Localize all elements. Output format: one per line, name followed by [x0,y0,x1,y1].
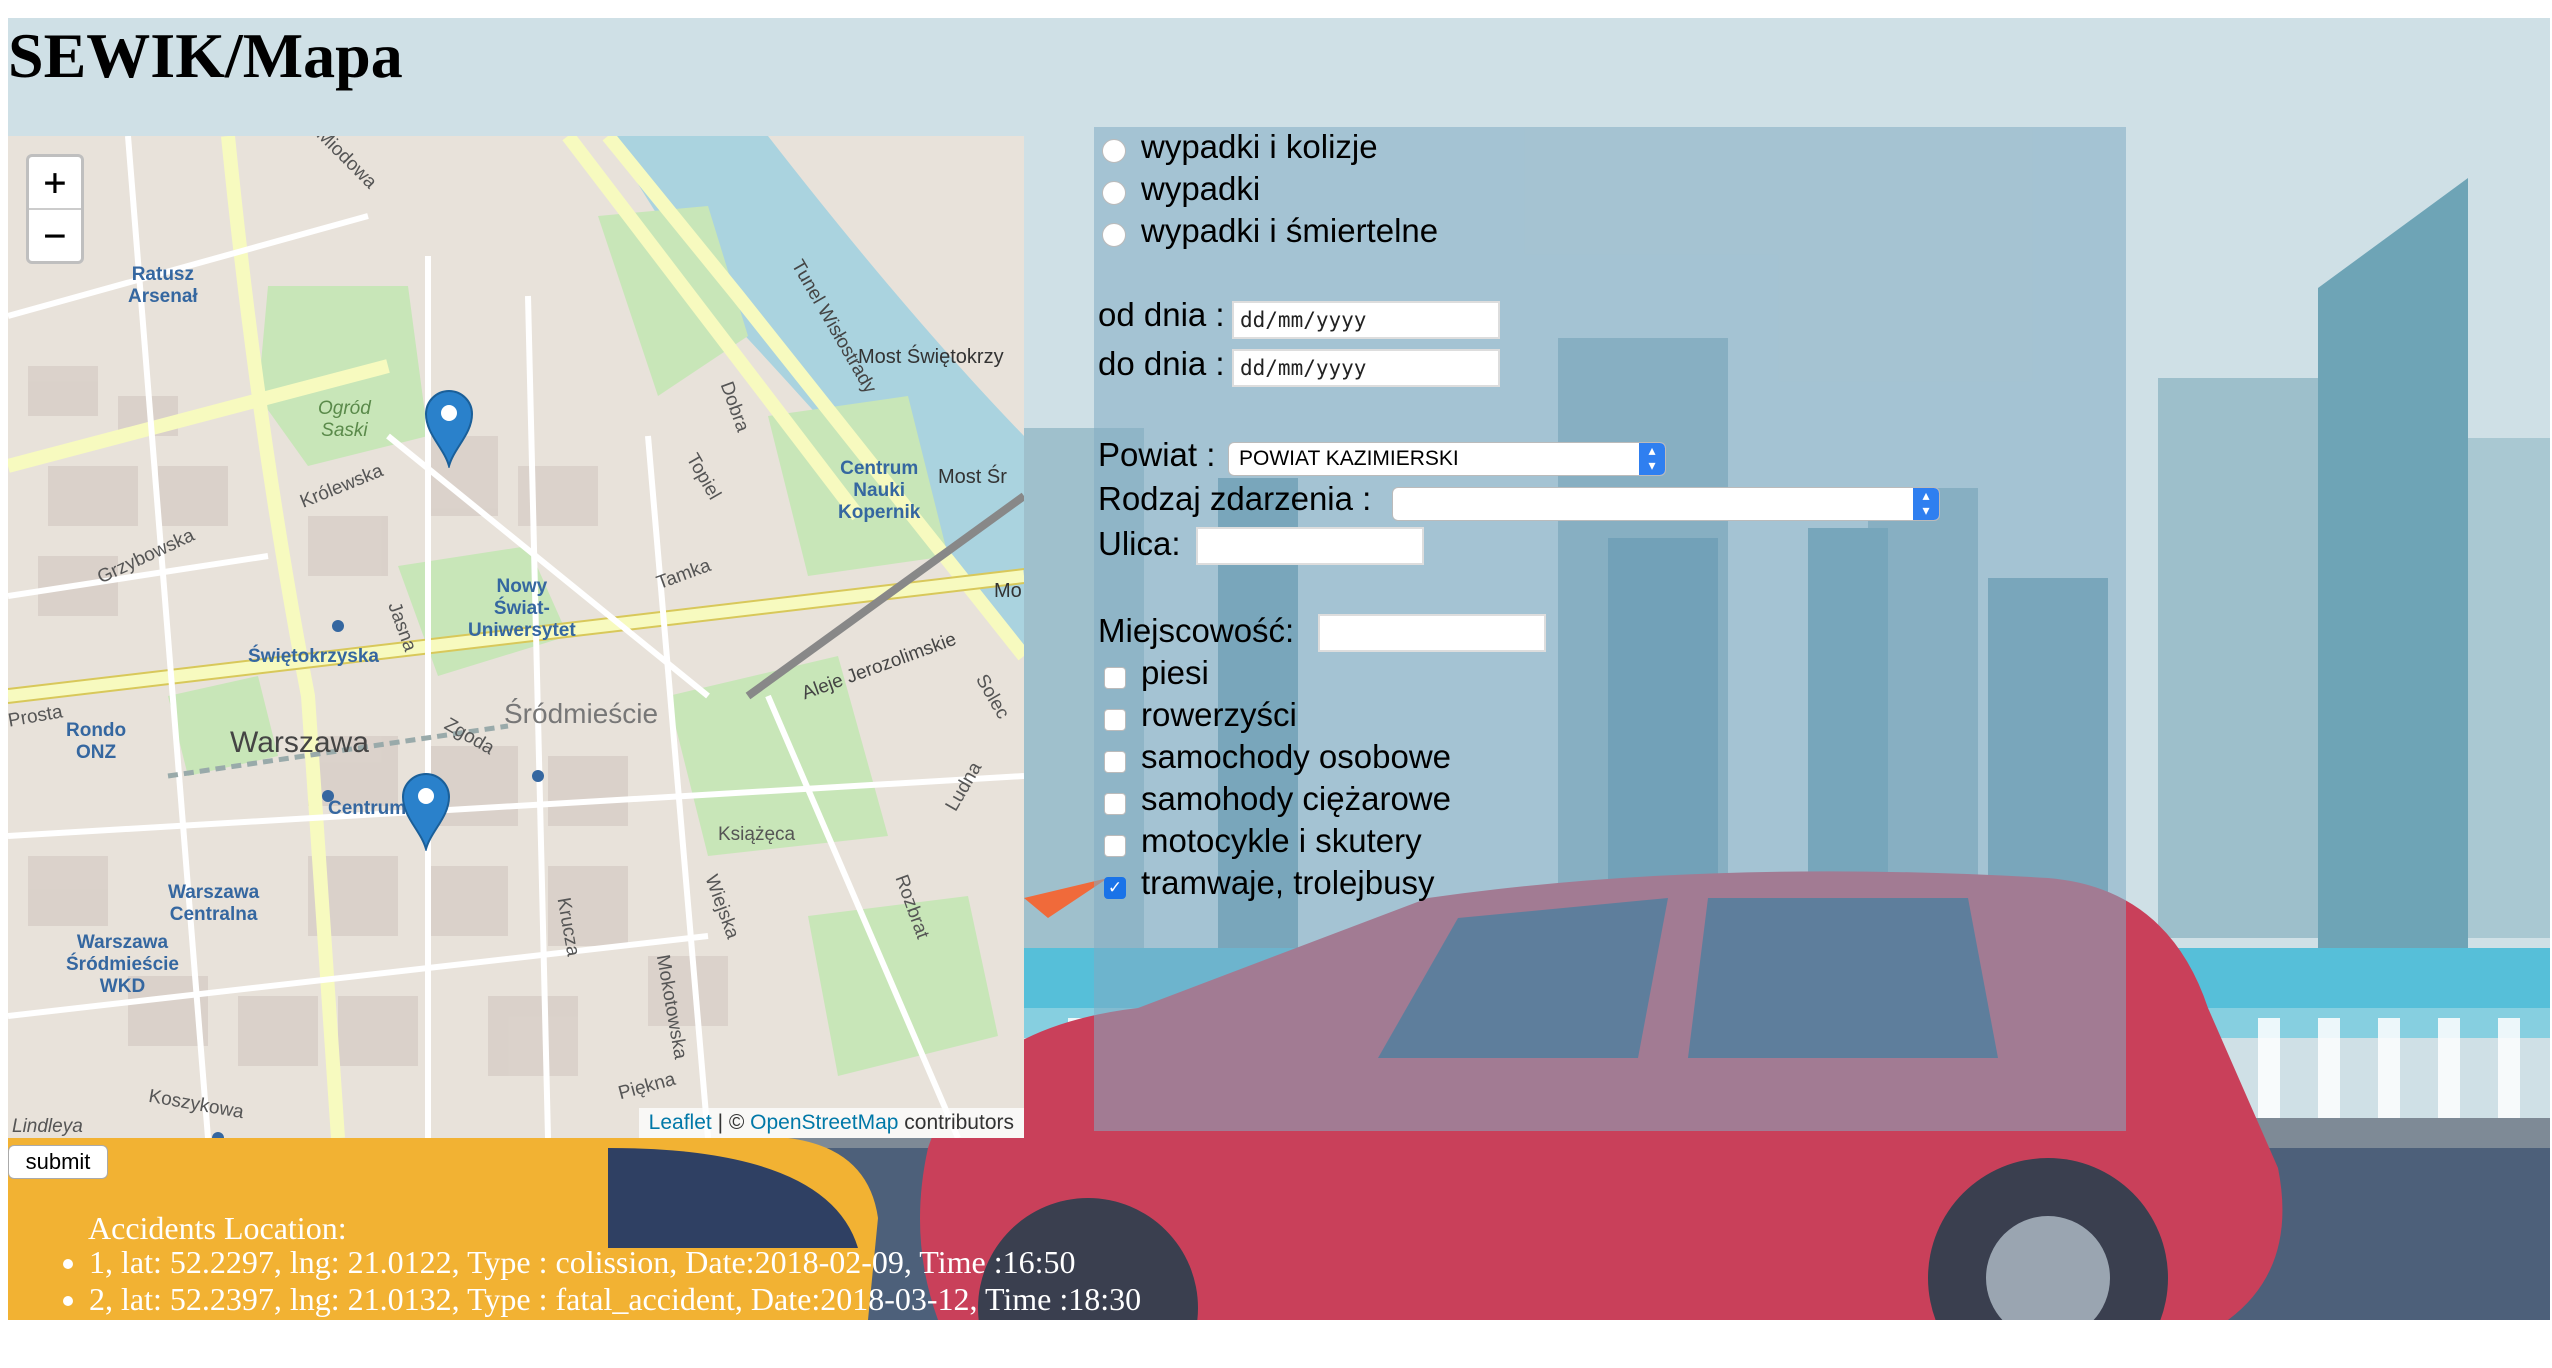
powiat-select-value: POWIAT KAZIMIERSKI [1239,447,1459,470]
do-dnia-date-input[interactable]: dd/mm/yyyy [1232,349,1500,387]
page-background: SEWIK/Mapa Warszawa Śródmieście Nowy Świ… [8,18,2550,1320]
od-dnia-date-input[interactable]: dd/mm/yyyy [1232,301,1500,339]
submit-button[interactable]: submit [8,1145,108,1179]
zoom-control: + − [26,154,84,264]
miejscowosc-input[interactable] [1318,614,1546,652]
map-marker-1[interactable] [424,388,474,468]
leaflet-link[interactable]: Leaflet [649,1111,712,1134]
list-item: 2, lat: 52.2397, lng: 21.0132, Type : fa… [89,1281,1141,1318]
checkbox-motocykle[interactable] [1104,835,1126,857]
accidents-heading: Accidents Location: [88,1210,347,1246]
checkbox-label-rowerzysci: rowerzyści [1141,696,1297,733]
attribution-suffix: contributors [898,1111,1014,1134]
map-label-nowy-swiat: Nowy Świat- Uniwersytet [468,576,576,641]
checkmark-icon: ✓ [1107,878,1123,897]
map-label-warszawa-srodmiescie: Warszawa Śródmieście WKD [66,932,179,997]
radio-label-wypadki: wypadki [1141,170,1261,207]
checkbox-label-tramwaje: tramwaje, trolejbusy [1141,864,1435,901]
radio-label-wypadki-i-kolizje: wypadki i kolizje [1141,128,1378,165]
map-label-centrum-nauki: Centrum Nauki Kopernik [838,458,921,523]
radio-label-wypadki-smiertelne: wypadki i śmiertelne [1141,212,1439,249]
map-marker-2[interactable] [401,771,451,851]
map-label-swietokrzyska: Świętokrzyska [248,646,379,667]
attribution-separator: | © [711,1111,751,1134]
do-dnia-label: do dnia : [1098,345,1225,382]
radio-wypadki[interactable] [1102,181,1126,205]
rodzaj-zdarzenia-label: Rodzaj zdarzenia : [1098,480,1372,517]
od-dnia-label: od dnia : [1098,296,1225,333]
map-label-ratusz: Ratusz Arsenał [128,264,198,307]
map-label-lindleya: Lindleya [12,1116,83,1137]
checkbox-label-samochody-ciezarowe: samohody ciężarowe [1141,780,1451,817]
map-label-rondo: Rondo ONZ [66,720,127,763]
checkbox-samochody-osobowe[interactable] [1104,751,1126,773]
map-label-most2: Most Śr [938,466,1007,488]
map-label-most: Most Świętokrzy [858,346,1004,368]
openstreetmap-link[interactable]: OpenStreetMap [750,1111,898,1134]
map-view[interactable]: Warszawa Śródmieście Nowy Świat- Uniwers… [8,136,1024,1138]
map-attribution: Leaflet | © OpenStreetMap contributors [638,1108,1024,1138]
checkbox-label-motocykle: motocykle i skutery [1141,822,1422,859]
page-title: SEWIK/Mapa [8,20,403,91]
chevron-updown-icon: ▴ ▾ [1639,443,1665,475]
radio-wypadki-smiertelne[interactable] [1102,223,1126,247]
map-label-ksiazeca: Książęca [718,824,796,845]
checkbox-tramwaje[interactable]: ✓ [1104,877,1126,899]
checkbox-label-samochody-osobowe: samochody osobowe [1141,738,1452,775]
miejscowosc-label: Miejscowość: [1098,612,1295,649]
powiat-select[interactable]: POWIAT KAZIMIERSKI ▴ ▾ [1228,442,1666,476]
map-label-warszawa: Warszawa [230,726,369,759]
checkbox-piesi[interactable] [1104,667,1126,689]
zoom-out-button[interactable]: − [29,210,81,262]
ulica-label: Ulica: [1098,525,1181,562]
accidents-list: 1, lat: 52.2297, lng: 21.0122, Type : co… [53,1244,1141,1318]
chevron-updown-icon: ▴ ▾ [1913,488,1939,520]
list-item: 1, lat: 52.2297, lng: 21.0122, Type : co… [89,1244,1141,1281]
powiat-label: Powiat : [1098,436,1216,473]
map-label-warszawa-centralna: Warszawa Centralna [168,882,260,925]
radio-wypadki-i-kolizje[interactable] [1102,139,1126,163]
checkbox-samochody-ciezarowe[interactable] [1104,793,1126,815]
checkbox-label-piesi: piesi [1141,654,1209,691]
map-label-srodmiescie: Śródmieście [504,698,659,729]
ulica-input[interactable] [1196,527,1424,565]
map-label-mo: Mo [994,580,1022,602]
zoom-in-button[interactable]: + [29,157,81,210]
rodzaj-zdarzenia-select[interactable]: ▴ ▾ [1392,487,1940,521]
checkbox-rowerzysci[interactable] [1104,709,1126,731]
map-label-ogrod: Ogród Saski [318,398,371,441]
map-label-centrum: Centrum [328,798,407,819]
